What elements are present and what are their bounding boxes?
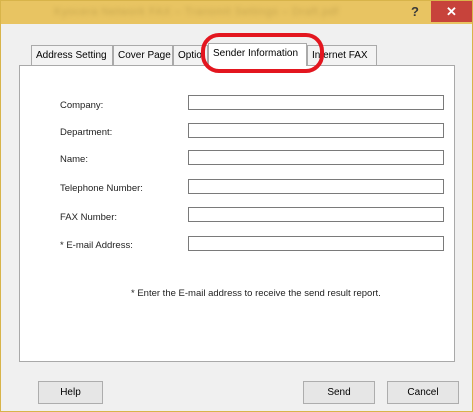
- email-label: * E-mail Address:: [60, 240, 133, 251]
- name-field[interactable]: [188, 150, 444, 165]
- fax-field[interactable]: [188, 207, 444, 222]
- telephone-field[interactable]: [188, 179, 444, 194]
- name-label: Name:: [60, 154, 88, 165]
- title-bar[interactable]: Kyocera Network FAX – Transmit Settings …: [1, 1, 472, 24]
- email-note: * Enter the E-mail address to receive th…: [131, 288, 381, 299]
- department-label: Department:: [60, 127, 113, 138]
- dialog-window: Kyocera Network FAX – Transmit Settings …: [0, 0, 473, 412]
- fax-label: FAX Number:: [60, 212, 118, 223]
- send-button[interactable]: Send: [303, 381, 375, 404]
- cancel-button[interactable]: Cancel: [387, 381, 459, 404]
- close-icon[interactable]: ✕: [431, 1, 472, 22]
- tab-address-setting[interactable]: Address Setting: [31, 45, 113, 65]
- company-label: Company:: [60, 100, 104, 111]
- sender-information-panel: Company: Department: Name: Telephone Num…: [19, 65, 455, 362]
- window-title: Kyocera Network FAX – Transmit Settings …: [54, 6, 339, 18]
- tab-highlight-annotation: [201, 33, 324, 73]
- email-field[interactable]: [188, 236, 444, 251]
- help-icon[interactable]: ?: [401, 1, 429, 22]
- help-button[interactable]: Help: [38, 381, 103, 404]
- department-field[interactable]: [188, 123, 444, 138]
- telephone-label: Telephone Number:: [60, 183, 143, 194]
- company-field[interactable]: [188, 95, 444, 110]
- tab-cover-page[interactable]: Cover Page: [113, 45, 173, 65]
